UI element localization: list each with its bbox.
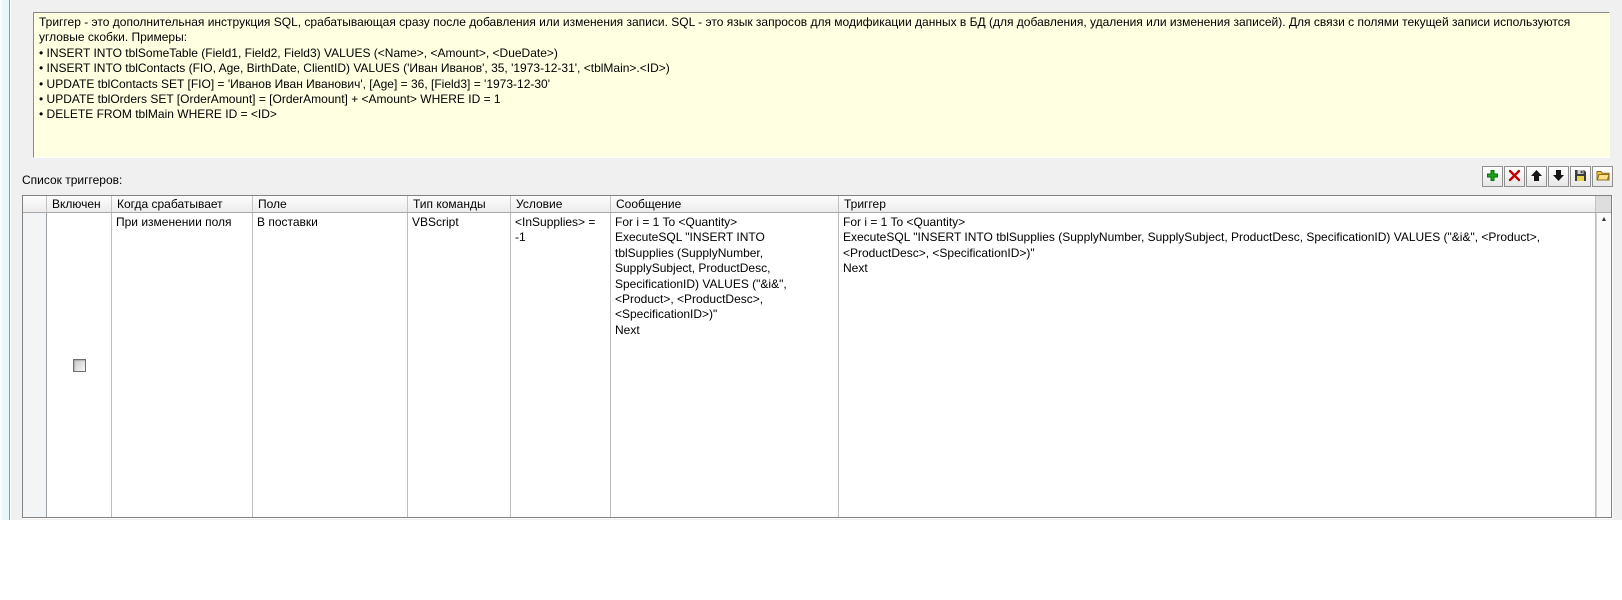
header-command-type[interactable]: Тип команды [408,196,511,212]
plus-icon [1486,169,1499,185]
trigger-list-label: Список триггеров: [22,173,122,187]
header-selector [23,196,47,212]
help-example-text: UPDATE tblContacts SET [FIO] = 'Иванов И… [47,77,550,91]
window-edge-strip [0,0,10,520]
arrow-down-icon [1552,169,1565,185]
move-down-button[interactable] [1548,166,1569,187]
help-example: • UPDATE tblContacts SET [FIO] = 'Иванов… [39,77,1604,92]
help-example: • INSERT INTO tblSomeTable (Field1, Fiel… [39,46,1604,61]
help-example-text: DELETE FROM tblMain WHERE ID = <ID> [47,107,277,121]
trigger-code-cell[interactable]: For i = 1 To <Quantity> ExecuteSQL "INSE… [839,213,1596,517]
help-intro: Триггер - это дополнительная инструкция … [39,15,1604,46]
delete-trigger-button[interactable] [1504,166,1525,187]
header-message[interactable]: Сообщение [611,196,839,212]
trigger-table: Включен Когда срабатывает Поле Тип коман… [22,195,1612,518]
folder-open-icon [1596,169,1610,184]
trigger-dialog: Триггер - это дополнительная инструкция … [11,0,1622,520]
help-example-text: INSERT INTO tblContacts (FIO, Age, Birth… [47,61,670,75]
help-example: • INSERT INTO tblContacts (FIO, Age, Bir… [39,61,1604,76]
trigger-toolbar [1482,166,1613,187]
header-condition[interactable]: Условие [511,196,611,212]
bullet-icon: • [39,46,43,60]
bullet-icon: • [39,61,43,75]
x-icon [1508,169,1521,185]
bullet-icon: • [39,107,43,121]
help-example-text: INSERT INTO tblSomeTable (Field1, Field2… [47,46,558,60]
row-selector-cell[interactable] [23,213,47,517]
field-cell[interactable]: В поставки [253,213,408,517]
table-body: При изменении поля В поставки VBScript <… [23,213,1611,517]
header-trigger[interactable]: Триггер [839,196,1596,212]
message-cell[interactable]: For i = 1 To <Quantity> ExecuteSQL "INSE… [611,213,839,517]
move-up-button[interactable] [1526,166,1547,187]
header-when-fires[interactable]: Когда срабатывает [112,196,253,212]
save-button[interactable] [1570,166,1591,187]
load-button[interactable] [1592,166,1613,187]
floppy-icon [1574,169,1587,185]
when-fires-cell[interactable]: При изменении поля [112,213,253,517]
scroll-up-icon[interactable]: ▲ [1601,216,1608,223]
help-example: • UPDATE tblOrders SET [OrderAmount] = [… [39,92,1604,107]
add-trigger-button[interactable] [1482,166,1503,187]
command-type-cell[interactable]: VBScript [408,213,511,517]
enabled-checkbox[interactable] [73,359,86,372]
trigger-settings-screen: Триггер - это дополнительная инструкция … [0,0,1622,600]
bullet-icon: • [39,77,43,91]
bullet-icon: • [39,92,43,106]
trigger-help-box: Триггер - это дополнительная инструкция … [33,12,1610,158]
table-header-row: Включен Когда срабатывает Поле Тип коман… [23,196,1611,213]
vertical-scrollbar[interactable]: ▲ [1596,213,1611,517]
header-enabled[interactable]: Включен [47,196,112,212]
condition-cell[interactable]: <InSupplies> = -1 [511,213,611,517]
help-example: • DELETE FROM tblMain WHERE ID = <ID> [39,107,1604,122]
header-scrollbar-corner [1596,196,1611,212]
enabled-cell[interactable] [47,213,112,517]
header-field[interactable]: Поле [253,196,408,212]
help-example-text: UPDATE tblOrders SET [OrderAmount] = [Or… [47,92,501,106]
arrow-up-icon [1530,169,1543,185]
